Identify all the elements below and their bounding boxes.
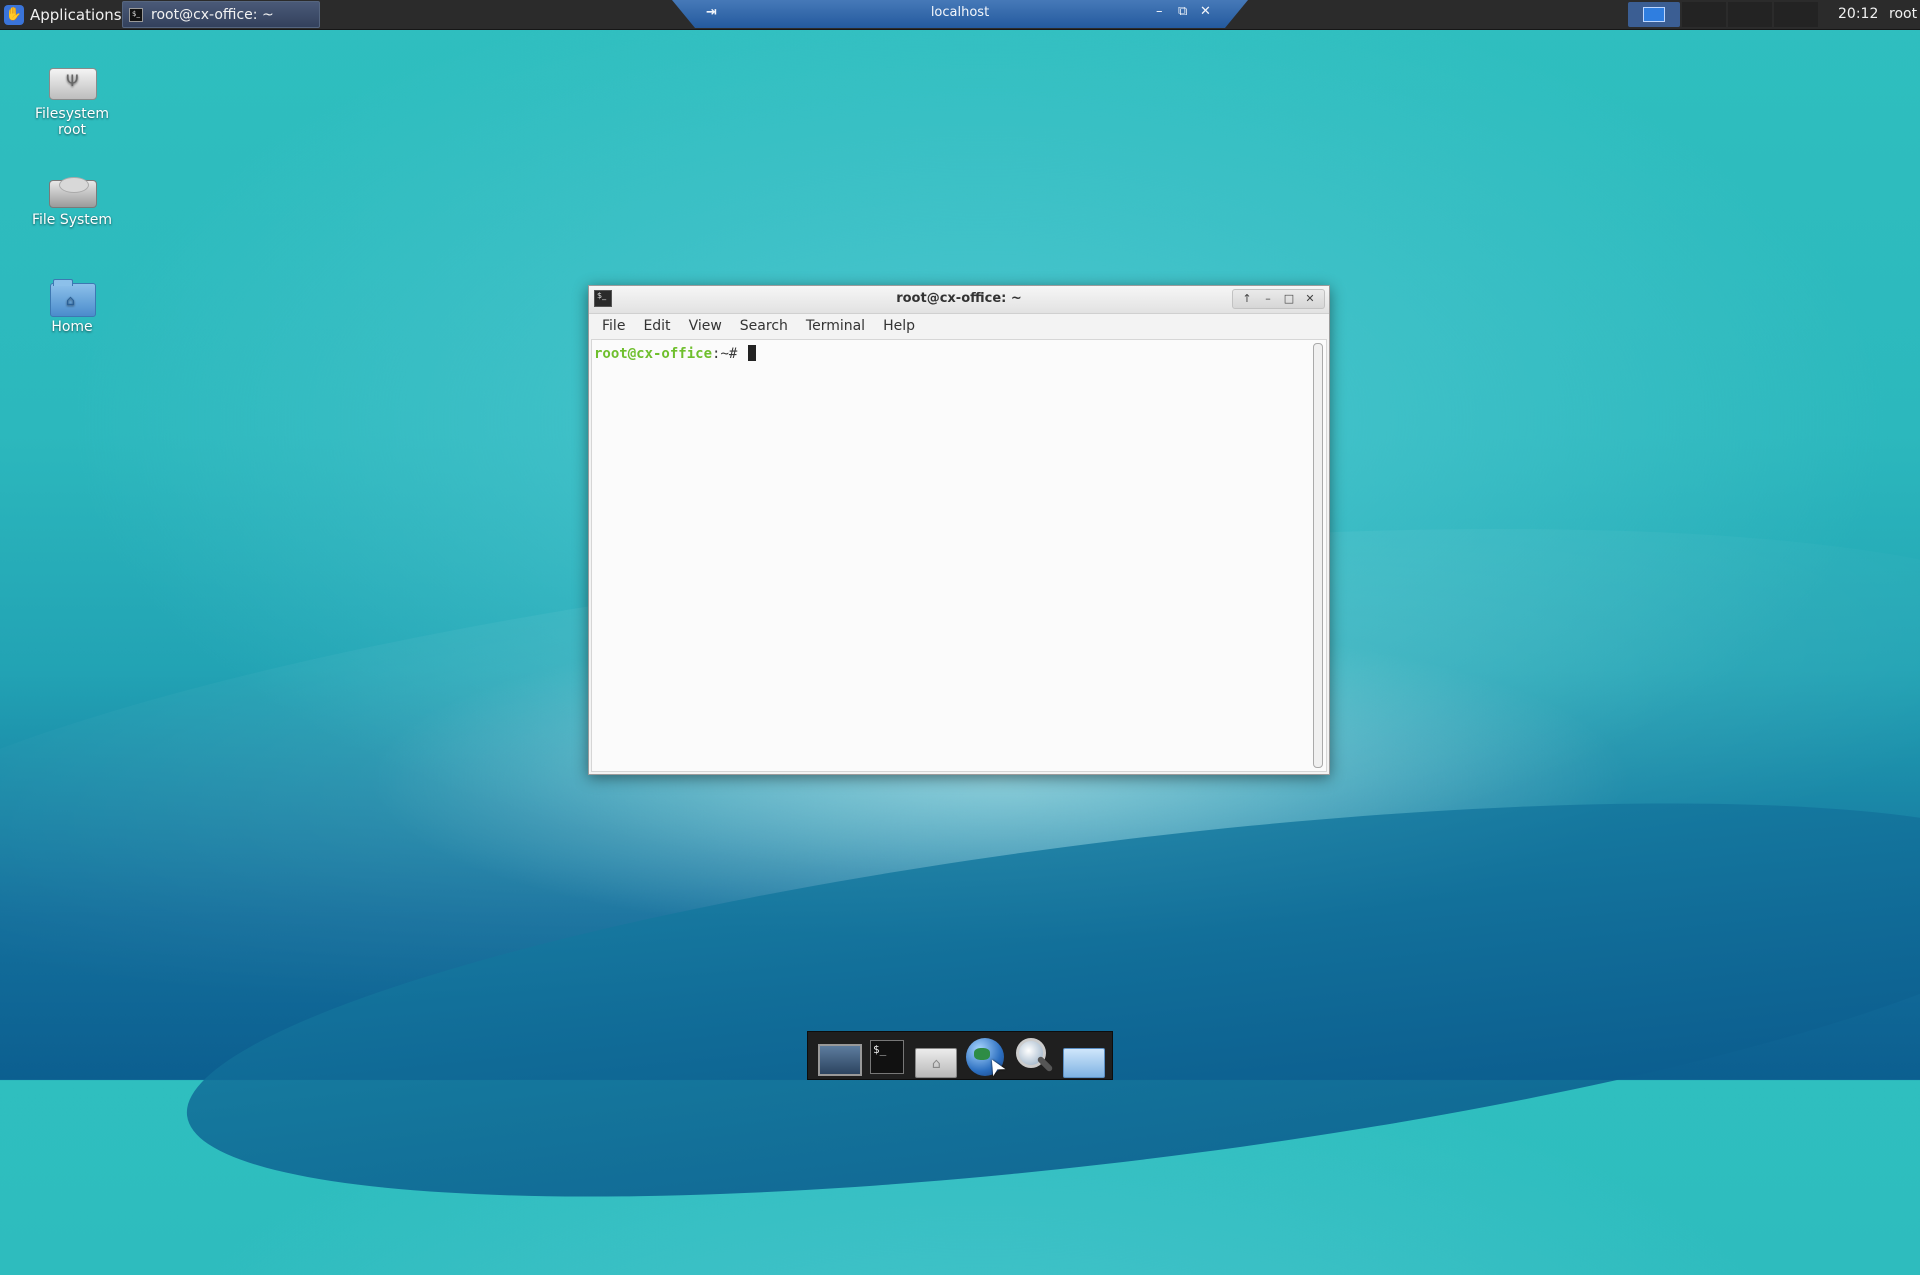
desktop-icon-file-system[interactable]: File System: [22, 168, 122, 228]
terminal-output-area[interactable]: root@cx-office:~#: [591, 339, 1327, 772]
dock-app-finder[interactable]: [1012, 1034, 1056, 1078]
remote-session-bar: ⇥ localhost – ⧉ ✕: [672, 0, 1248, 28]
hard-disk-icon: [49, 168, 97, 208]
home-folder-icon: ⌂: [49, 275, 96, 317]
prompt-user-host: root@cx-office: [594, 346, 713, 362]
workspace-switcher-4[interactable]: [1774, 2, 1818, 27]
dock-home-folder[interactable]: ⌂: [913, 1034, 958, 1078]
close-icon[interactable]: ✕: [1300, 291, 1320, 307]
menu-file[interactable]: File: [593, 318, 634, 334]
file-manager-icon: [1063, 1047, 1106, 1078]
menu-edit[interactable]: Edit: [634, 318, 679, 334]
menu-help[interactable]: Help: [874, 318, 924, 334]
maximize-icon[interactable]: □: [1279, 291, 1299, 307]
user-menu[interactable]: root: [1889, 6, 1917, 22]
usb-drive-icon: Ψ: [49, 62, 97, 102]
desktop-icon-label: File System: [31, 212, 113, 228]
prompt-path: :~#: [712, 346, 738, 362]
terminal-menubar: File Edit View Search Terminal Help: [589, 314, 1329, 338]
menu-terminal[interactable]: Terminal: [797, 318, 874, 334]
window-title: root@cx-office: ~: [896, 291, 1022, 306]
top-panel: ✋ Applications $_ root@cx-office: ~ ⇥ lo…: [0, 0, 1920, 30]
bottom-dock: $_ ⌂ ➤: [807, 1031, 1113, 1080]
dock-terminal[interactable]: $_: [864, 1034, 908, 1078]
terminal-icon: $_: [129, 7, 143, 22]
home-folder-icon: ⌂: [915, 1047, 958, 1078]
workspace-switcher-3[interactable]: [1728, 2, 1772, 27]
desktop-icon-label: Home: [51, 319, 93, 335]
menu-view[interactable]: View: [680, 318, 731, 334]
desktop-icon-home[interactable]: ⌂ Home: [22, 275, 122, 335]
dock-web-browser[interactable]: ➤: [963, 1034, 1011, 1080]
applications-label: Applications: [30, 5, 122, 24]
dock-show-desktop[interactable]: [815, 1034, 862, 1078]
applications-menu-button[interactable]: ✋ Applications: [0, 0, 130, 29]
clock[interactable]: 20:12: [1838, 6, 1878, 22]
terminal-window: $_ root@cx-office: ~ ↑ – □ ✕ File Edit V…: [588, 285, 1330, 775]
shell-prompt: root@cx-office:~#: [594, 345, 756, 362]
workspace-icon: [1643, 7, 1665, 22]
remote-minimize-button[interactable]: –: [1156, 4, 1163, 19]
show-desktop-icon: [817, 1043, 862, 1076]
remote-restore-button[interactable]: ⧉: [1178, 4, 1187, 19]
text-cursor: [747, 345, 756, 361]
taskbar-terminal-button[interactable]: $_ root@cx-office: ~: [122, 1, 320, 28]
minimize-icon[interactable]: –: [1258, 291, 1278, 307]
window-titlebar[interactable]: $_ root@cx-office: ~ ↑ – □ ✕: [589, 286, 1329, 314]
window-controls: ↑ – □ ✕: [1232, 289, 1325, 309]
desktop-icon-label: Filesystem root: [34, 106, 110, 138]
taskbar-terminal-label: root@cx-office: ~: [151, 6, 274, 23]
workspace-switcher-2[interactable]: [1682, 2, 1726, 27]
xfce-logo-icon: ✋: [4, 4, 24, 25]
workspace-switcher-1[interactable]: [1628, 2, 1680, 27]
desktop-icon-filesystem-root[interactable]: Ψ Filesystem root: [22, 62, 122, 138]
remote-close-button[interactable]: ✕: [1200, 4, 1211, 19]
shade-up-icon[interactable]: ↑: [1237, 291, 1257, 307]
vertical-scrollbar[interactable]: [1313, 343, 1323, 768]
dock-file-manager[interactable]: [1061, 1034, 1106, 1078]
terminal-icon: $_: [869, 1039, 904, 1074]
menu-search[interactable]: Search: [731, 318, 797, 334]
